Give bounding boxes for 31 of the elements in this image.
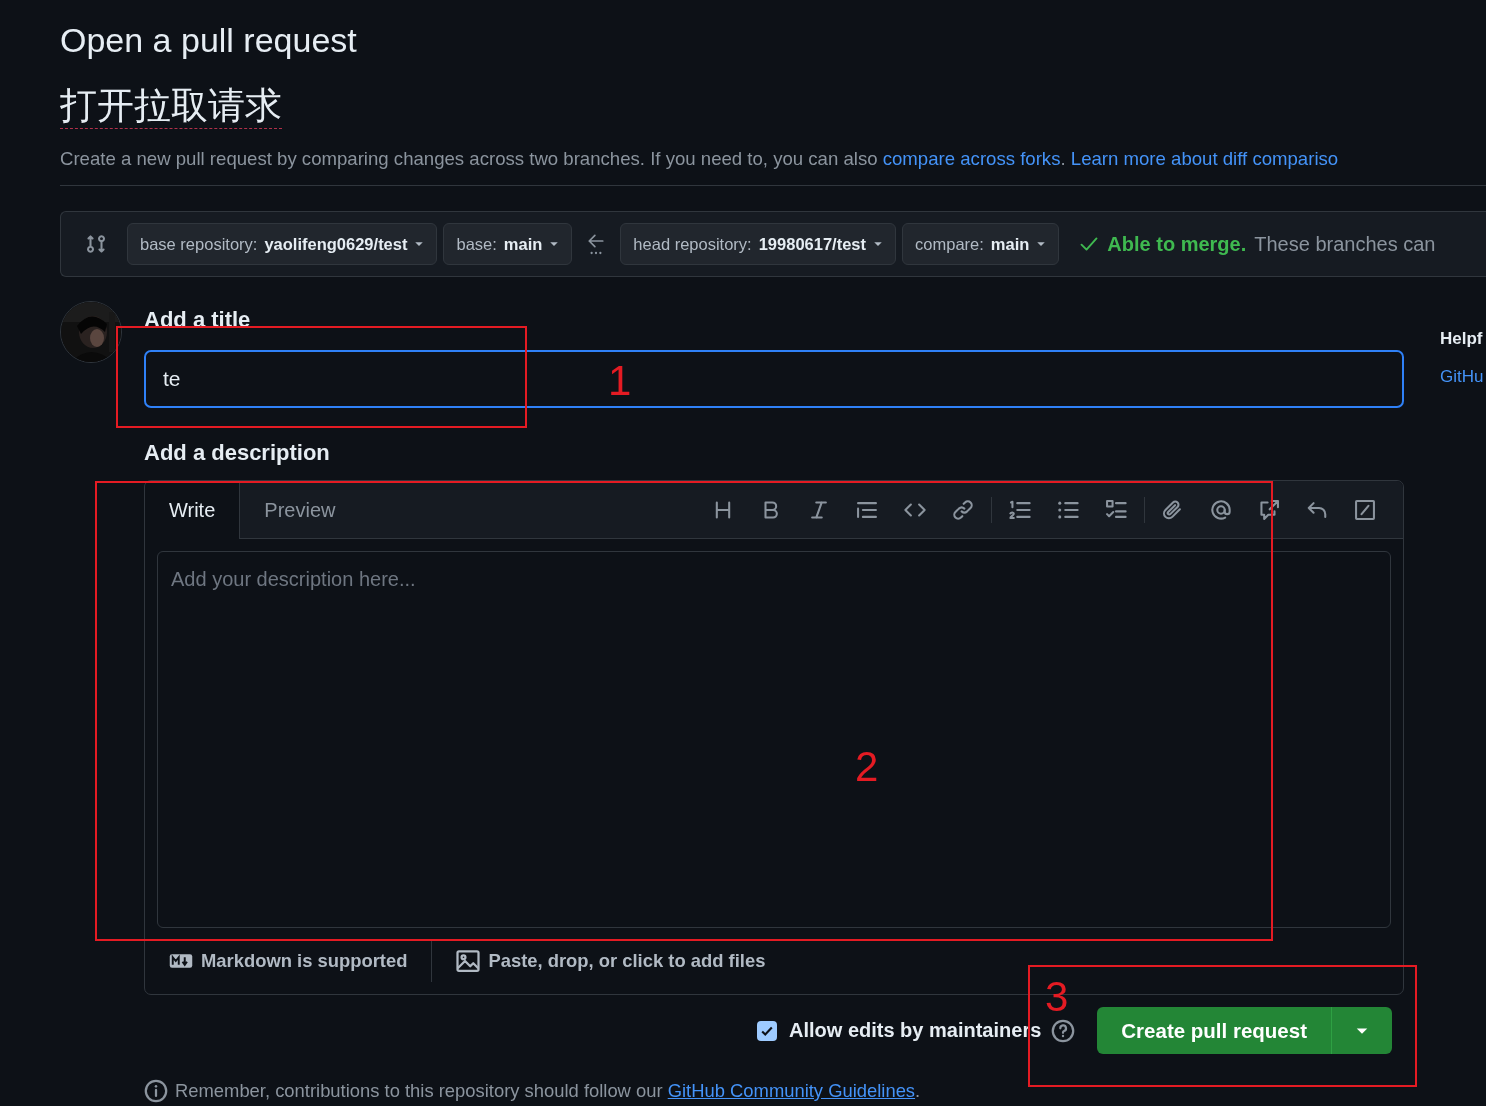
checkbox[interactable] (757, 1020, 777, 1041)
merge-detail: These branches can (1254, 232, 1436, 256)
annotation-number: 3 (1045, 976, 1069, 1018)
sidebar-heading: Helpf (1440, 329, 1484, 349)
check-icon (1079, 234, 1100, 254)
sidebar-link[interactable]: GitHu (1440, 367, 1484, 387)
annotation-number: 2 (855, 746, 879, 788)
markdown-note: Markdown is supported (201, 950, 408, 972)
info-icon (144, 1079, 168, 1103)
ellipsis-icon (589, 250, 604, 256)
description-label: Add a description (144, 440, 331, 466)
translated-title: 打开拉取请求 (60, 84, 282, 129)
page-title: Open a pull request (60, 20, 358, 61)
branch-selector[interactable]: base: main (443, 223, 573, 265)
help-icon[interactable] (1051, 1018, 1076, 1043)
editor-tab[interactable]: Write (145, 481, 241, 539)
guidelines-link[interactable]: GitHub Community Guidelines (667, 1080, 916, 1101)
branch-selector[interactable]: base repository: yaolifeng0629/test (127, 223, 438, 265)
link[interactable]: Learn more about diff compariso (1070, 148, 1339, 169)
annotation-number: 1 (608, 360, 632, 402)
compare-icon (85, 233, 107, 255)
branch-selector[interactable]: head repository: 19980617/test (620, 223, 897, 265)
image-icon (456, 949, 481, 973)
file-upload-hint[interactable]: Paste, drop, or click to add files (488, 950, 766, 972)
guidelines-notice: Remember, contributions to this repository should follow our GitHub Community Guidelines. (175, 1080, 921, 1102)
intro-text: Create a new pull request by comparing changes across two branches. If you need to, you can also compare across forks. Learn more about diff compariso (60, 148, 1486, 186)
link[interactable]: compare across forks (882, 148, 1061, 169)
merge-status: Able to merge. (1107, 232, 1247, 256)
left-arrow-icon (587, 232, 606, 250)
branch-selector[interactable]: compare: main (902, 223, 1060, 265)
editor-tab[interactable]: Preview (240, 481, 360, 539)
